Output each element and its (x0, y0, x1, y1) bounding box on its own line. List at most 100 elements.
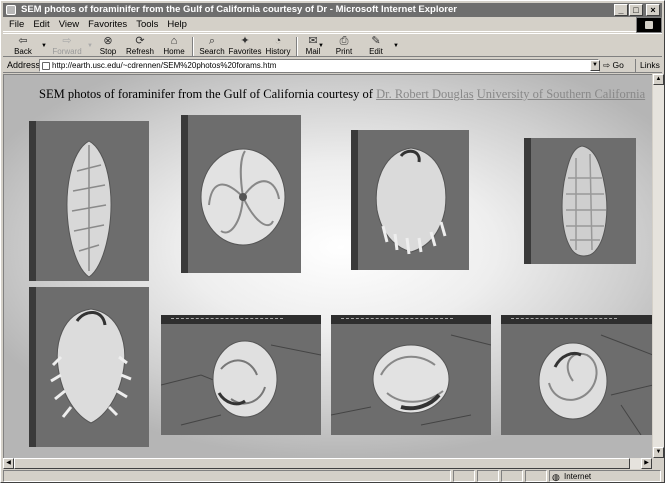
foram-image (161, 340, 321, 426)
home-icon: ⌂ (170, 35, 178, 47)
back-label: Back (14, 47, 32, 56)
minimize-button[interactable]: _ (614, 4, 628, 16)
address-label: Address (7, 60, 41, 70)
heading-text: SEM photos of foraminifer from the Gulf … (39, 87, 373, 101)
toolbar-separator (192, 37, 194, 56)
ie-icon (6, 5, 16, 15)
zone-label: Internet (564, 472, 592, 481)
zone-pane: ◍ Internet (549, 470, 661, 482)
status-pane (477, 470, 499, 482)
sem-photo[interactable] (161, 315, 321, 435)
foram-image (200, 148, 286, 246)
scroll-right-icon[interactable]: ▶ (641, 458, 652, 469)
printer-icon: ⎙ (339, 35, 349, 47)
sem-photo[interactable] (501, 315, 652, 435)
browser-window: SEM photos of foraminifer from the Gulf … (0, 0, 665, 483)
print-label: Print (335, 47, 353, 56)
scroll-down-icon[interactable]: ▼ (653, 447, 664, 458)
window-title: SEM photos of foraminifer from the Gulf … (21, 4, 457, 15)
forward-button[interactable]: ⇨ Forward (49, 35, 85, 57)
windows-logo-icon (636, 17, 662, 33)
menu-edit[interactable]: Edit (33, 19, 49, 30)
stop-icon: ⊗ (103, 35, 113, 47)
menu-help[interactable]: Help (167, 19, 187, 30)
address-input[interactable]: http://earth.usc.edu/~cdrennen/SEM%20pho… (39, 59, 599, 72)
address-url: http://earth.usc.edu/~cdrennen/SEM%20pho… (52, 61, 277, 70)
sem-photo[interactable] (29, 287, 149, 447)
scroll-up-icon[interactable]: ▲ (653, 74, 664, 85)
foram-image (50, 308, 132, 424)
vertical-scrollbar[interactable]: ▲ ▼ (653, 74, 664, 458)
stop-label: Stop (99, 47, 117, 56)
mail-dropdown-icon[interactable]: ▼ (318, 43, 324, 49)
page-icon (42, 62, 50, 70)
scroll-left-icon[interactable]: ◀ (3, 458, 14, 469)
favorites-label: Favorites (228, 47, 262, 56)
globe-icon: ◍ (552, 472, 560, 482)
author-link[interactable]: Dr. Robert Douglas (376, 87, 474, 101)
stop-button[interactable]: ⊗ Stop (95, 35, 121, 57)
title-bar[interactable]: SEM photos of foraminifer from the Gulf … (3, 3, 662, 17)
history-label: History (265, 47, 291, 56)
sem-photo[interactable] (29, 121, 149, 281)
go-arrow-icon: ⇨ (603, 60, 611, 70)
university-link[interactable]: University of Southern California (477, 87, 645, 101)
search-button[interactable]: ⌕ Search (197, 35, 227, 57)
status-bar: ◍ Internet (3, 470, 662, 482)
go-button[interactable]: ⇨ Go (603, 59, 629, 72)
foram-image (538, 334, 652, 435)
refresh-label: Refresh (125, 47, 154, 56)
edit-button[interactable]: ✎ Edit (363, 35, 389, 57)
history-icon: ◔ (274, 35, 282, 47)
status-pane (453, 470, 475, 482)
sem-photo[interactable] (351, 130, 469, 270)
page-heading: SEM photos of foraminifer from the Gulf … (39, 87, 645, 102)
print-button[interactable]: ⎙ Print (331, 35, 357, 57)
foram-image (561, 145, 608, 257)
back-button[interactable]: ⇦ Back (7, 35, 39, 57)
forward-arrow-icon: ⇨ (62, 35, 72, 47)
status-text-pane (3, 470, 451, 482)
address-dropdown-icon[interactable]: ▼ (590, 60, 600, 71)
menu-bar: File Edit View Favorites Tools Help (3, 18, 662, 32)
links-label: Links (640, 60, 660, 70)
close-button[interactable]: × (646, 4, 660, 16)
toolbar: ⇦ Back ▼ ⇨ Forward ▼ ⊗ Stop ⟳ Refresh ⌂ … (3, 33, 662, 57)
back-dropdown-icon[interactable]: ▼ (41, 43, 47, 49)
horizontal-scroll-thumb[interactable] (14, 458, 630, 469)
menu-favorites[interactable]: Favorites (88, 19, 127, 30)
foram-image (331, 334, 491, 426)
favorites-button[interactable]: ✦ Favorites (227, 35, 263, 57)
search-label: Search (199, 47, 225, 56)
history-button[interactable]: ◔ History (263, 35, 293, 57)
menu-view[interactable]: View (59, 19, 79, 30)
refresh-button[interactable]: ⟳ Refresh (123, 35, 157, 57)
edit-dropdown-icon[interactable]: ▼ (393, 43, 399, 49)
refresh-icon: ⟳ (135, 35, 145, 47)
maximize-button[interactable]: □ (629, 4, 643, 16)
foram-image (66, 140, 112, 278)
sem-photo[interactable] (181, 115, 301, 273)
status-pane (525, 470, 547, 482)
favorites-icon: ✦ (240, 35, 250, 47)
sem-photo[interactable] (331, 315, 491, 435)
go-label: Go (612, 60, 624, 70)
foram-image (375, 147, 447, 255)
menu-file[interactable]: File (9, 19, 24, 30)
sem-photo[interactable] (524, 138, 636, 264)
edit-label: Edit (369, 47, 383, 56)
address-bar: Address http://earth.usc.edu/~cdrennen/S… (3, 58, 663, 83)
forward-label: Forward (52, 47, 82, 56)
edit-icon: ✎ (371, 35, 381, 47)
toolbar-separator (296, 37, 298, 56)
menu-tools[interactable]: Tools (136, 19, 158, 30)
links-button[interactable]: Links » (635, 59, 663, 83)
horizontal-scrollbar[interactable]: ◀ ▶ (3, 458, 652, 469)
page-viewport[interactable]: SEM photos of foraminifer from the Gulf … (3, 74, 652, 458)
back-arrow-icon: ⇦ (18, 35, 28, 47)
forward-dropdown-icon[interactable]: ▼ (87, 43, 93, 49)
home-label: Home (163, 47, 185, 56)
search-icon: ⌕ (208, 35, 216, 47)
home-button[interactable]: ⌂ Home (160, 35, 188, 57)
status-pane (501, 470, 523, 482)
